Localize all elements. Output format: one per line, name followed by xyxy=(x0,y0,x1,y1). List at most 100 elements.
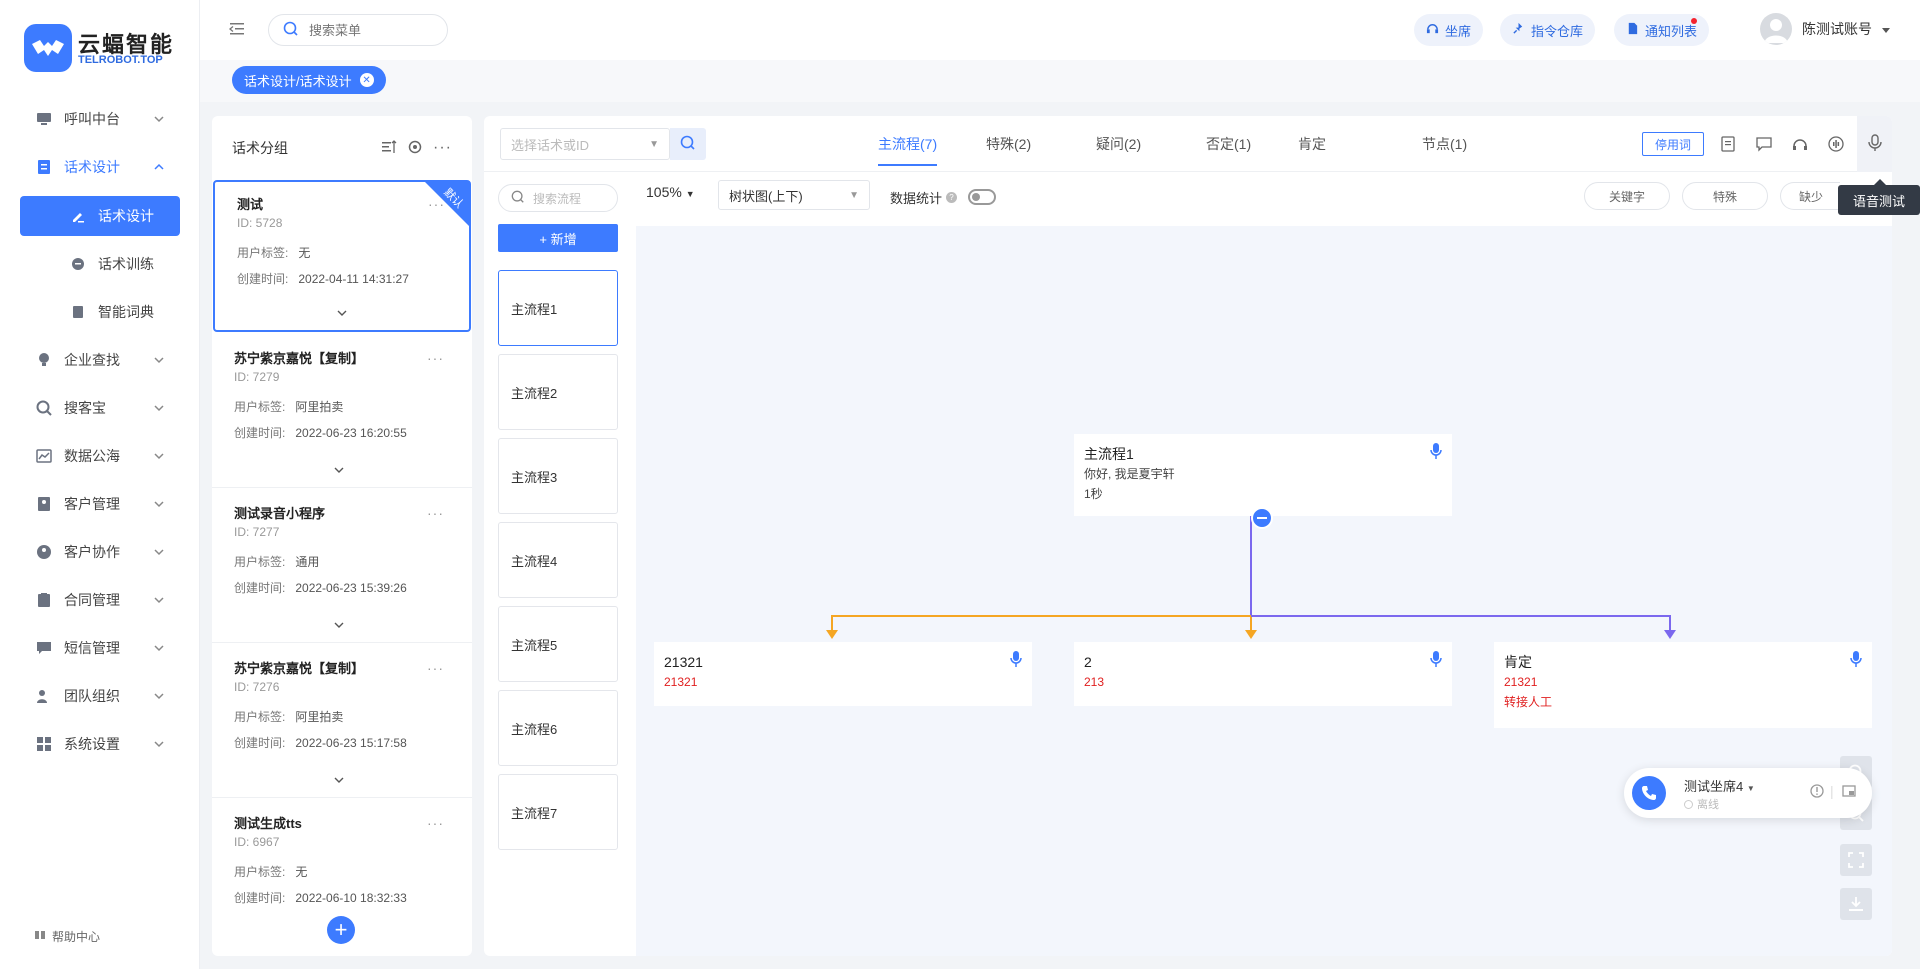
tab-special[interactable]: 特殊(2) xyxy=(986,116,1031,172)
nav-call-center[interactable]: 呼叫中台 xyxy=(20,99,180,139)
nav-sms-management[interactable]: 短信管理 xyxy=(20,628,180,668)
top-header: 坐席 指令仓库 通知列表 陈测试账号 xyxy=(200,0,1920,60)
gear-icon[interactable] xyxy=(407,139,423,158)
phone-icon[interactable] xyxy=(1632,776,1666,810)
zoom-select[interactable]: 105% ▼ xyxy=(646,184,695,200)
flow-item[interactable]: 主流程7 xyxy=(498,774,618,850)
voice-test-button[interactable] xyxy=(1857,116,1892,172)
tab-label: 主流程(7) xyxy=(878,136,938,152)
script-card[interactable]: 苏宁紫京嘉悦【复制】 ID: 7276 用户标签: 阿里拍卖 创建时间: 2022-… xyxy=(212,646,472,798)
stop-words-button[interactable]: 停用词 xyxy=(1642,132,1705,156)
flow-node-child[interactable]: 2 213 xyxy=(1074,642,1452,706)
fullscreen-icon[interactable] xyxy=(1840,844,1872,876)
script-select[interactable]: 选择话术或ID ▼ xyxy=(500,128,670,160)
seat-name[interactable]: 测试坐席4 ▼ xyxy=(1684,776,1755,795)
window-icon[interactable] xyxy=(1842,784,1856,801)
tab-node[interactable]: 节点(1) xyxy=(1422,116,1467,172)
flow-canvas[interactable]: 主流程1 你好, 我是夏宇轩 1秒 21321 21321 2 213 肯定 2… xyxy=(636,226,1892,956)
script-card[interactable]: 默认 测试 ID: 5728 用户标签: 无 创建时间: 2022-04-11 14… xyxy=(213,180,471,332)
seat-widget[interactable]: 测试坐席4 ▼ 离线 | xyxy=(1624,768,1872,818)
tag-key: 用户标签: xyxy=(237,246,289,260)
card-more-icon[interactable]: ··· xyxy=(428,196,445,212)
microphone-icon[interactable] xyxy=(1430,650,1442,671)
download-icon[interactable] xyxy=(1840,888,1872,920)
chat-settings-icon[interactable] xyxy=(1750,130,1778,158)
script-id: ID: 7276 xyxy=(234,680,280,694)
help-center-link[interactable]: 帮助中心 xyxy=(34,928,100,945)
add-flow-button[interactable]: + 新增 xyxy=(498,224,618,252)
nav-data-pool[interactable]: 数据公海 xyxy=(20,436,180,476)
flow-item[interactable]: 主流程4 xyxy=(498,522,618,598)
chevron-down-icon[interactable] xyxy=(334,463,344,477)
filter-chip-keyword[interactable]: 关键字 xyxy=(1584,182,1670,210)
node-action: 转接人工 xyxy=(1504,695,1553,709)
script-card[interactable]: 测试录音小程序 ID: 7277 用户标签: 通用 创建时间: 2022-06-23… xyxy=(212,491,472,643)
nav-script-training[interactable]: 话术训练 xyxy=(20,244,180,284)
document-icon[interactable] xyxy=(1714,130,1742,158)
flow-item[interactable]: 主流程2 xyxy=(498,354,618,430)
command-warehouse-button[interactable]: 指令仓库 xyxy=(1500,14,1596,46)
data-stats-toggle[interactable] xyxy=(968,189,996,205)
info-icon[interactable] xyxy=(1810,784,1824,801)
nav-script-design-sub[interactable]: 话术设计 xyxy=(20,196,180,236)
card-more-icon[interactable]: ··· xyxy=(427,660,444,676)
notification-icon xyxy=(1626,22,1639,38)
tab-label: 节点(1) xyxy=(1422,136,1468,152)
nav-enterprise-search[interactable]: 企业查找 xyxy=(20,340,180,380)
flow-node-child[interactable]: 肯定 21321 转接人工 xyxy=(1494,642,1872,728)
headset-icon[interactable] xyxy=(1786,130,1814,158)
notification-list-button[interactable]: 通知列表 xyxy=(1614,14,1710,46)
script-search-button[interactable] xyxy=(670,128,706,160)
microphone-icon[interactable] xyxy=(1430,442,1442,463)
tab-main-flow[interactable]: 主流程(7) xyxy=(864,116,951,172)
nav-smart-dictionary[interactable]: 智能词典 xyxy=(20,292,180,332)
close-icon[interactable]: ✕ xyxy=(359,73,374,87)
microphone-icon[interactable] xyxy=(1010,650,1022,671)
add-script-button[interactable]: + xyxy=(327,916,355,944)
logo[interactable]: 云蝠智能 TELROBOT.TOP xyxy=(24,24,184,74)
page-tab-script-design[interactable]: 话术设计/话术设计 ✕ xyxy=(232,66,386,94)
tab-affirmative[interactable]: 肯定 xyxy=(1298,116,1326,172)
flow-item[interactable]: 主流程6 xyxy=(498,690,618,766)
nav-soukebao[interactable]: 搜客宝 xyxy=(20,388,180,428)
nav-label: 团队组织 xyxy=(64,688,120,704)
tab-question[interactable]: 疑问(2) xyxy=(1096,116,1141,172)
nav-contract-management[interactable]: 合同管理 xyxy=(20,580,180,620)
filter-chip-special[interactable]: 特殊 xyxy=(1682,182,1768,210)
collapse-node-button[interactable] xyxy=(1251,507,1273,529)
nav-script-design[interactable]: 话术设计 xyxy=(20,147,180,187)
chevron-down-icon[interactable] xyxy=(337,306,347,320)
nav-system-settings[interactable]: 系统设置 xyxy=(20,724,180,764)
card-more-icon[interactable]: ··· xyxy=(427,350,444,366)
seat-label: 坐席 xyxy=(1445,23,1472,39)
flow-item[interactable]: 主流程5 xyxy=(498,606,618,682)
sort-icon[interactable] xyxy=(381,139,397,158)
flow-node-child[interactable]: 21321 21321 xyxy=(654,642,1032,706)
tab-negative[interactable]: 否定(1) xyxy=(1206,116,1251,172)
brand-domain: TELROBOT.TOP xyxy=(78,54,163,66)
chevron-down-icon[interactable] xyxy=(334,773,344,787)
card-more-icon[interactable]: ··· xyxy=(427,505,444,521)
script-card[interactable]: 苏宁紫京嘉悦【复制】 ID: 7279 用户标签: 阿里拍卖 创建时间: 2022-… xyxy=(212,336,472,488)
nav-team-organization[interactable]: 团队组织 xyxy=(20,676,180,716)
seat-button[interactable]: 坐席 xyxy=(1414,14,1484,46)
filter-chip-missing[interactable]: 缺少 xyxy=(1780,182,1840,210)
menu-search-input[interactable] xyxy=(309,22,419,38)
chevron-down-icon[interactable] xyxy=(334,618,344,632)
collapse-menu-icon[interactable] xyxy=(228,20,246,41)
nav-customer-collaboration[interactable]: 客户协作 xyxy=(20,532,180,572)
nav-customer-management[interactable]: 客户管理 xyxy=(20,484,180,524)
view-mode-select[interactable]: 树状图(上下) ▼ xyxy=(718,180,870,210)
flow-search[interactable]: 搜索流程 xyxy=(498,184,618,212)
tag-key: 用户标签: xyxy=(234,865,286,879)
flow-item[interactable]: 主流程1 xyxy=(498,270,618,346)
flow-item-label: 主流程7 xyxy=(511,805,558,821)
menu-search[interactable] xyxy=(268,14,448,46)
more-icon[interactable]: ··· xyxy=(433,139,452,157)
microphone-icon[interactable] xyxy=(1850,650,1862,671)
audio-wave-icon[interactable] xyxy=(1822,130,1850,158)
user-menu[interactable]: 陈测试账号 xyxy=(1760,13,1890,45)
card-more-icon[interactable]: ··· xyxy=(427,815,444,831)
flow-node-root[interactable]: 主流程1 你好, 我是夏宇轩 1秒 xyxy=(1074,434,1452,516)
flow-item[interactable]: 主流程3 xyxy=(498,438,618,514)
